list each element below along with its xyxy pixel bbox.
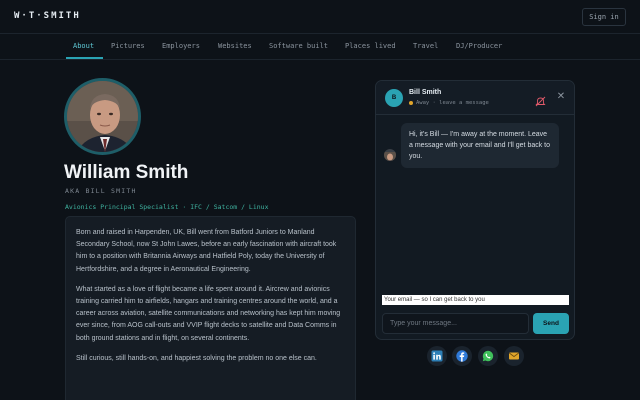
- tab-pictures[interactable]: Pictures: [111, 34, 145, 59]
- active-tab-indicator: [66, 57, 103, 59]
- chat-contact-name: Bill Smith: [409, 89, 442, 96]
- chat-status: Away · leave a message: [409, 100, 489, 106]
- main-nav: About Pictures Employers Websites Softwa…: [0, 34, 640, 60]
- profile-name: William Smith: [64, 162, 189, 183]
- chat-header: B Bill Smith Away · leave a message ✕: [376, 81, 574, 115]
- profile-role: Avionics Principal Specialist · IFC / Sa…: [65, 203, 269, 211]
- profile-photo: [64, 78, 141, 155]
- tab-places-lived[interactable]: Places lived: [345, 34, 396, 59]
- bio-paragraph: Born and raised in Harpenden, UK, Bill w…: [76, 229, 337, 273]
- tab-software-built[interactable]: Software built: [269, 34, 328, 59]
- email-icon: [509, 352, 519, 360]
- sign-in-button[interactable]: Sign in: [582, 8, 626, 26]
- site-logo[interactable]: W·T·SMITH: [14, 11, 81, 21]
- message-input[interactable]: Type your message...: [382, 313, 529, 334]
- tab-dj-producer[interactable]: DJ/Producer: [456, 34, 502, 59]
- whatsapp-button[interactable]: [478, 346, 498, 366]
- bio-paragraph: Still curious, still hands-on, and happi…: [76, 354, 317, 362]
- tab-websites[interactable]: Websites: [218, 34, 252, 59]
- email-field[interactable]: Your email — so I can get back to you: [382, 295, 569, 305]
- chat-widget: B Bill Smith Away · leave a message ✕ Hi…: [375, 80, 575, 340]
- tab-travel[interactable]: Travel: [413, 34, 438, 59]
- email-button[interactable]: [504, 346, 524, 366]
- top-bar: W·T·SMITH Sign in: [0, 0, 640, 34]
- message-bubble: Hi, it's Bill — I'm away at the moment. …: [401, 123, 559, 168]
- bio-paragraph: What started as a love of flight became …: [76, 285, 341, 342]
- facebook-icon: [456, 350, 468, 362]
- bio-card: Born and raised in Harpenden, UK, Bill w…: [65, 216, 356, 400]
- chat-status-text: Away · leave a message: [416, 100, 489, 106]
- profile-aka: AKA BILL SMITH: [65, 187, 137, 195]
- mute-icon[interactable]: [535, 92, 546, 107]
- linkedin-icon: [431, 350, 443, 362]
- chat-avatar: B: [385, 89, 403, 107]
- send-button[interactable]: Send: [533, 313, 569, 334]
- tab-employers[interactable]: Employers: [162, 34, 200, 59]
- linkedin-button[interactable]: [427, 346, 447, 366]
- close-icon[interactable]: ✕: [555, 91, 567, 103]
- facebook-button[interactable]: [452, 346, 472, 366]
- tab-about[interactable]: About: [73, 34, 94, 59]
- away-status-dot: [409, 100, 413, 105]
- whatsapp-icon: [482, 350, 494, 362]
- sender-avatar: [384, 149, 396, 161]
